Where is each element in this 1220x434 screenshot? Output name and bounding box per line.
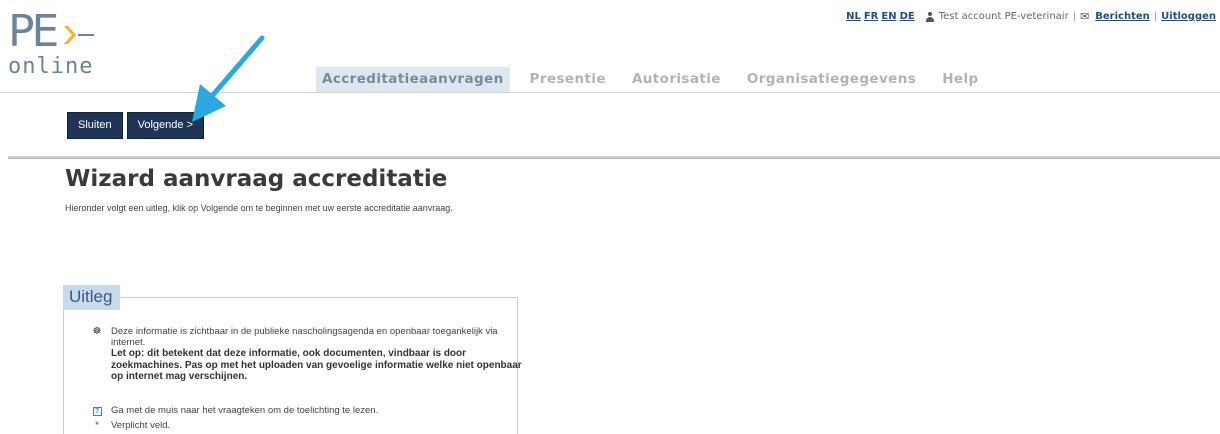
messages-link[interactable]: Berichten <box>1095 11 1150 22</box>
question-mark-icon[interactable]: ? <box>92 407 102 416</box>
separator: | <box>1072 11 1077 22</box>
envelope-icon: ✉ <box>1080 10 1090 23</box>
lang-en-link[interactable]: EN <box>881 11 896 22</box>
nav-organisatiegegevens[interactable]: Organisatiegegevens <box>741 67 922 92</box>
main-nav: Accreditatieaanvragen Presentie Autorisa… <box>316 67 997 92</box>
logo-chevron-icon <box>64 26 94 44</box>
nav-presentie[interactable]: Presentie <box>524 67 612 92</box>
pe-online-logo[interactable]: PE online <box>8 10 128 80</box>
logout-link[interactable]: Uitloggen <box>1161 11 1216 22</box>
nav-help[interactable]: Help <box>936 67 984 92</box>
nav-autorisatie[interactable]: Autorisatie <box>626 67 727 92</box>
utility-bar: NL FR EN DE Test account PE-veterinair |… <box>846 10 1216 23</box>
logo-pe-text: PE <box>8 6 59 57</box>
required-info-row: * Verplicht veld. <box>83 420 531 431</box>
annotation-arrow-icon <box>192 35 265 122</box>
nav-accreditatieaanvragen[interactable]: Accreditatieaanvragen <box>316 67 510 92</box>
close-button[interactable]: Sluiten <box>67 112 123 139</box>
lang-fr-link[interactable]: FR <box>864 11 879 22</box>
uitleg-legend: Uitleg <box>63 285 121 310</box>
help-info-row: ? Ga met de muis naar het vraagteken om … <box>83 405 531 416</box>
lang-nl-link[interactable]: NL <box>846 11 861 22</box>
public-info-description: Deze informatie is zichtbaar in de publi… <box>111 326 498 348</box>
public-info-text: Deze informatie is zichtbaar in de publi… <box>111 326 531 383</box>
separator: | <box>1153 11 1158 22</box>
page-title: Wizard aanvraag accreditatie <box>65 166 448 192</box>
help-icon-wrap: ? <box>83 405 111 416</box>
required-info-text: Verplicht veld. <box>111 420 171 431</box>
language-switcher: NL FR EN DE <box>846 11 915 22</box>
globe-icon: ☸ <box>92 326 102 337</box>
public-info-warning: Let op: dit betekent dat deze informatie… <box>111 348 522 382</box>
page-subtitle: Hieronder volgt een uitleg, klik op Volg… <box>65 203 453 213</box>
public-info-row: ☸ Deze informatie is zichtbaar in de pub… <box>83 326 531 383</box>
required-marker: * <box>95 420 99 431</box>
user-icon <box>925 11 935 22</box>
user-name: Test account PE-veterinair <box>938 11 1069 22</box>
lang-de-link[interactable]: DE <box>900 11 915 22</box>
toolbar-divider <box>8 156 1220 159</box>
logo-online-text: online <box>8 54 94 79</box>
help-info-text: Ga met de muis naar het vraagteken om de… <box>111 405 379 416</box>
